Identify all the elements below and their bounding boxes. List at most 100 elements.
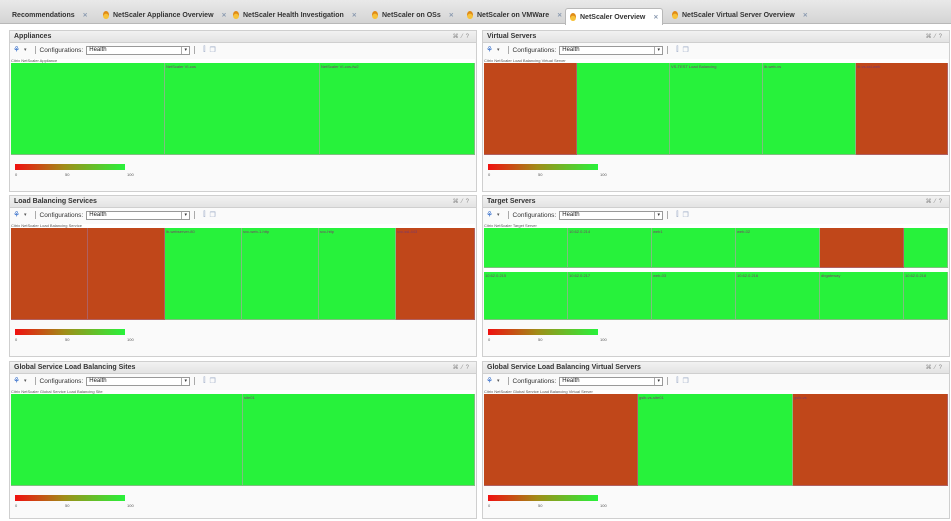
- legend-tick: 0: [488, 503, 491, 508]
- treemap-tile[interactable]: [820, 228, 904, 268]
- copy-icon[interactable]: ❐: [210, 211, 216, 219]
- chevron-down-icon[interactable]: ▾: [181, 46, 189, 54]
- tab-netscaler-overview[interactable]: NetScaler Overview ✕: [565, 8, 664, 25]
- treemap-tile[interactable]: 10.62.0.214: [568, 228, 652, 268]
- copy-icon[interactable]: ❐: [210, 377, 216, 385]
- hierarchy-icon[interactable]: ⚘: [13, 211, 23, 219]
- chevron-down-icon[interactable]: ▾: [654, 211, 662, 219]
- configurations-select[interactable]: Health ▾: [86, 45, 191, 55]
- treemap-tile[interactable]: site01: [243, 394, 475, 486]
- chevron-down-icon[interactable]: ▾: [497, 47, 500, 53]
- hierarchy-icon[interactable]: ⚘: [13, 377, 23, 385]
- chevron-down-icon[interactable]: ▾: [654, 46, 662, 54]
- pin-icon[interactable]: ⌘: [453, 365, 462, 371]
- treemap-tile[interactable]: dbgateway: [820, 272, 904, 320]
- treemap-tile[interactable]: lb-webserver-80: [165, 228, 242, 320]
- treemap-tile[interactable]: web-03: [652, 272, 736, 320]
- treemap-tile[interactable]: 10.62.0.218: [904, 272, 948, 320]
- help-icon[interactable]: ?: [939, 365, 945, 371]
- toolbar-divider: [667, 211, 669, 219]
- treemap-tile[interactable]: [11, 394, 243, 486]
- treemap-tile[interactable]: [484, 394, 638, 486]
- help-icon[interactable]: ?: [939, 199, 945, 205]
- treemap-tile[interactable]: [577, 63, 670, 155]
- chevron-down-icon[interactable]: ▾: [497, 212, 500, 218]
- hierarchy-icon[interactable]: ⚘: [486, 211, 496, 219]
- tab-netscaler-virtual-server-overview[interactable]: NetScaler Virtual Server Overview ✕: [668, 6, 808, 24]
- pin-icon[interactable]: ⌘: [453, 34, 462, 40]
- treemap-tile[interactable]: 10.62.0.216: [736, 272, 820, 320]
- help-icon[interactable]: ?: [466, 199, 472, 205]
- chart-icon[interactable]: ⫿: [203, 211, 205, 219]
- chevron-down-icon[interactable]: ▾: [181, 211, 189, 219]
- treemap-tile[interactable]: [904, 228, 948, 268]
- help-icon[interactable]: ?: [466, 34, 472, 40]
- hierarchy-icon[interactable]: ⚘: [486, 46, 496, 54]
- treemap-tile[interactable]: [484, 228, 568, 268]
- configurations-select[interactable]: Health ▾: [559, 376, 664, 386]
- treemap-tile[interactable]: 10.62.0.217: [568, 272, 652, 320]
- chevron-down-icon[interactable]: ▾: [181, 377, 189, 385]
- treemap-tile[interactable]: svc-web-1-http: [242, 228, 319, 320]
- treemap-tile[interactable]: web1: [652, 228, 736, 268]
- treemap-tile[interactable]: lb-web-vs: [763, 63, 856, 155]
- copy-icon[interactable]: ❐: [683, 211, 689, 219]
- treemap: Citrix NetScaler Load Balancing Service l…: [11, 223, 475, 320]
- chevron-down-icon[interactable]: ▾: [654, 377, 662, 385]
- legend-tick: 100: [127, 337, 134, 342]
- hierarchy-icon[interactable]: ⚘: [13, 46, 23, 54]
- chevron-down-icon[interactable]: ▾: [24, 378, 27, 384]
- tab-recommendations[interactable]: Recommendations ✕: [8, 6, 88, 24]
- help-icon[interactable]: ?: [466, 365, 472, 371]
- chevron-down-icon[interactable]: ▾: [24, 212, 27, 218]
- close-tab-icon[interactable]: ✕: [222, 12, 227, 19]
- chart-icon[interactable]: ⫿: [676, 211, 678, 219]
- close-tab-icon[interactable]: ✕: [352, 12, 357, 19]
- treemap-tile[interactable]: svc-http: [319, 228, 396, 320]
- panel-actions: ⌘⁄?: [453, 33, 472, 40]
- help-icon[interactable]: ?: [939, 34, 945, 40]
- copy-icon[interactable]: ❐: [683, 377, 689, 385]
- pin-icon[interactable]: ⌘: [453, 199, 462, 205]
- treemap-tile[interactable]: svc-ssl-443: [396, 228, 475, 320]
- configurations-select[interactable]: Health ▾: [86, 210, 191, 220]
- panel-toolbar: ⚘ ▾ Configurations: Health ▾ ⫿ ❐: [10, 209, 476, 221]
- treemap-tile[interactable]: gslb-vs-site01: [638, 394, 793, 486]
- treemap-tile[interactable]: web-02: [736, 228, 820, 268]
- tab-netscaler-health-investigation[interactable]: NetScaler Health Investigation ✕: [229, 6, 357, 24]
- chart-icon[interactable]: ⫿: [203, 46, 205, 54]
- chevron-down-icon[interactable]: ▾: [24, 47, 27, 53]
- hierarchy-icon[interactable]: ⚘: [486, 377, 496, 385]
- treemap-tile[interactable]: [484, 63, 577, 155]
- configurations-select[interactable]: Health ▾: [559, 210, 664, 220]
- close-tab-icon[interactable]: ✕: [83, 12, 88, 19]
- close-tab-icon[interactable]: ✕: [557, 12, 562, 19]
- treemap-tile[interactable]: [11, 63, 165, 155]
- close-tab-icon[interactable]: ✕: [449, 12, 454, 19]
- treemap-tile[interactable]: NetScaler VI-cos-fw2: [320, 63, 475, 155]
- close-tab-icon[interactable]: ✕: [653, 14, 658, 21]
- chart-icon[interactable]: ⫿: [676, 46, 678, 54]
- treemap-tile[interactable]: VS-TEST Load Balancing: [670, 63, 763, 155]
- pin-icon[interactable]: ⌘: [926, 365, 935, 371]
- copy-icon[interactable]: ❐: [210, 46, 216, 54]
- chevron-down-icon[interactable]: ▾: [497, 378, 500, 384]
- pin-icon[interactable]: ⌘: [926, 34, 935, 40]
- pin-icon[interactable]: ⌘: [926, 199, 935, 205]
- chart-icon[interactable]: ⫿: [676, 377, 678, 385]
- tab-netscaler-appliance-overview[interactable]: NetScaler Appliance Overview ✕: [99, 6, 227, 24]
- treemap-tile[interactable]: [88, 228, 165, 320]
- treemap-tile[interactable]: gslb-vs: [793, 394, 948, 486]
- treemap-tile[interactable]: [11, 228, 88, 320]
- close-tab-icon[interactable]: ✕: [803, 12, 808, 19]
- tab-netscaler-on-oss[interactable]: NetScaler on OSs ✕: [368, 6, 454, 24]
- legend-tick: 100: [600, 337, 607, 342]
- copy-icon[interactable]: ❐: [683, 46, 689, 54]
- treemap-tile[interactable]: 10.62.0.215: [484, 272, 568, 320]
- configurations-select[interactable]: Health ▾: [86, 376, 191, 386]
- treemap-tile[interactable]: lb-vs-ssl-web: [856, 63, 948, 155]
- treemap-tile[interactable]: NetScaler VI-cos: [165, 63, 320, 155]
- tab-netscaler-on-vmware[interactable]: NetScaler on VMWare ✕: [463, 6, 562, 24]
- configurations-select[interactable]: Health ▾: [559, 45, 664, 55]
- chart-icon[interactable]: ⫿: [203, 377, 205, 385]
